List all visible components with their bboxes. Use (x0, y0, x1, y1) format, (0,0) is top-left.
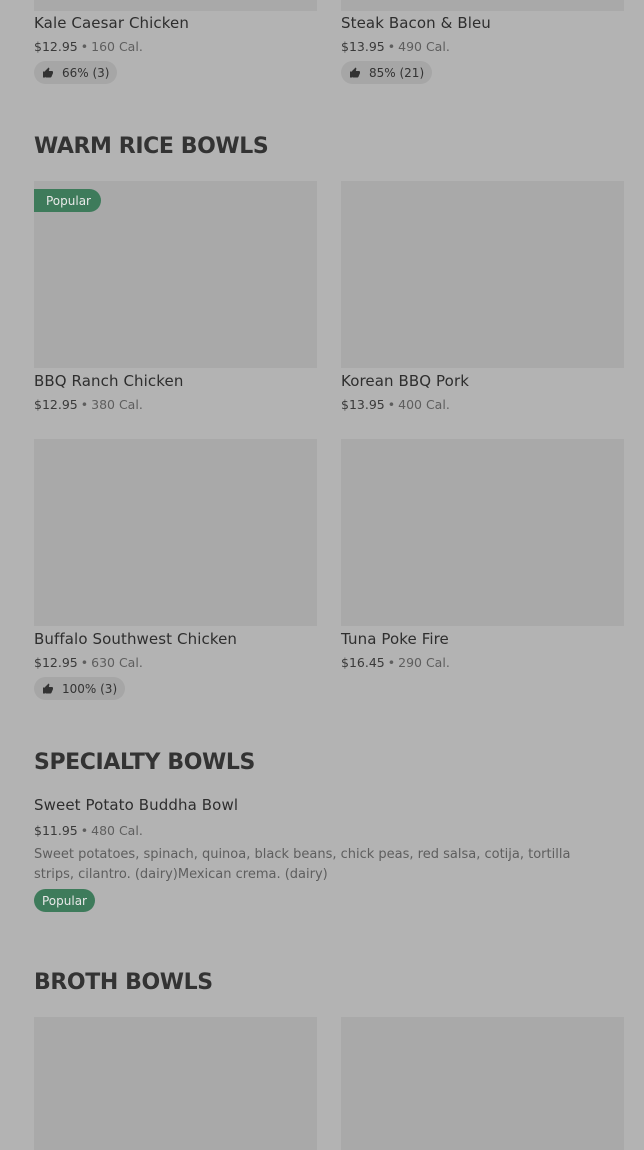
section-title-specialty-bowls: SPECIALTY BOWLS (34, 750, 255, 775)
item-calories: 630 Cal. (91, 655, 143, 670)
popular-badge: Popular (34, 189, 101, 212)
meta-separator: • (80, 397, 89, 412)
section-title-broth-bowls: BROTH BOWLS (34, 970, 213, 995)
rating-pill: 85% (21) (341, 61, 433, 84)
item-meta: $13.95 • 490 Cal. (341, 39, 450, 54)
item-image[interactable] (341, 1017, 624, 1150)
item-price: $11.95 (34, 823, 78, 838)
item-price: $13.95 (341, 397, 385, 412)
meta-separator: • (387, 655, 396, 670)
item-name[interactable]: Tuna Poke Fire (341, 630, 449, 648)
item-image[interactable] (341, 181, 624, 368)
item-price: $12.95 (34, 39, 78, 54)
meta-separator: • (387, 39, 396, 54)
item-image[interactable] (341, 439, 624, 626)
meta-separator: • (80, 655, 89, 670)
item-calories: 290 Cal. (398, 655, 450, 670)
item-name[interactable]: Kale Caesar Chicken (34, 14, 189, 32)
rating-text: 100% (3) (62, 681, 118, 696)
thumbs-up-icon (43, 683, 53, 693)
item-calories: 490 Cal. (398, 39, 450, 54)
item-calories: 160 Cal. (91, 39, 143, 54)
item-description: Sweet potatoes, spinach, quinoa, black b… (34, 847, 571, 882)
item-name[interactable]: Steak Bacon & Bleu (341, 14, 491, 32)
item-name[interactable]: BBQ Ranch Chicken (34, 372, 183, 390)
rating-text: 85% (21) (369, 65, 425, 80)
item-name[interactable]: Sweet Potato Buddha Bowl (34, 796, 238, 814)
item-calories: 400 Cal. (398, 397, 450, 412)
item-meta: $13.95 • 400 Cal. (341, 397, 450, 412)
item-image[interactable] (34, 0, 317, 11)
item-price: $12.95 (34, 397, 78, 412)
item-meta: $16.45 • 290 Cal. (341, 655, 450, 670)
item-price: $13.95 (341, 39, 385, 54)
item-meta: $12.95 • 380 Cal. (34, 397, 143, 412)
item-name[interactable]: Buffalo Southwest Chicken (34, 630, 237, 648)
meta-separator: • (80, 823, 89, 838)
item-price: $12.95 (34, 655, 78, 670)
item-price: $16.45 (341, 655, 385, 670)
thumbs-up-icon (350, 67, 360, 77)
item-image[interactable] (341, 0, 624, 11)
item-image[interactable] (34, 1017, 317, 1150)
item-meta: $12.95 • 160 Cal. (34, 39, 143, 54)
rating-pill: 100% (3) (34, 677, 126, 700)
item-meta: $12.95 • 630 Cal. (34, 655, 143, 670)
item-meta: $11.95 • 480 Cal. (34, 823, 143, 838)
meta-separator: • (80, 39, 89, 54)
thumbs-up-icon (43, 67, 53, 77)
meta-separator: • (387, 397, 396, 412)
item-calories: 480 Cal. (91, 823, 143, 838)
item-image[interactable] (34, 439, 317, 626)
rating-pill: 66% (3) (34, 61, 118, 84)
popular-badge: Popular (34, 889, 95, 912)
rating-text: 66% (3) (62, 65, 110, 80)
section-title-warm-rice-bowls: WARM RICE BOWLS (34, 134, 269, 159)
item-name[interactable]: Korean BBQ Pork (341, 372, 469, 390)
item-calories: 380 Cal. (91, 397, 143, 412)
